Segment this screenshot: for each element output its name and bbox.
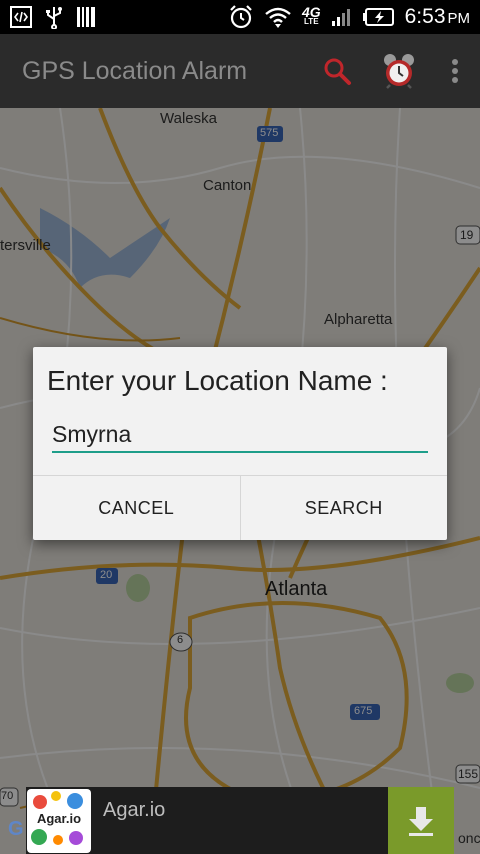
battery-charging-icon [362,8,395,26]
alarm-icon [228,4,254,30]
ad-banner[interactable]: Agar.io Agar.io [26,787,454,854]
action-bar: GPS Location Alarm [0,34,480,108]
ad-app-icon[interactable]: Agar.io [27,788,91,853]
wifi-icon [264,5,292,29]
location-name-input[interactable] [52,417,428,453]
ad-title[interactable]: Agar.io [103,799,165,822]
download-icon [409,806,433,836]
barcode-icon [76,6,96,28]
search-button[interactable]: SEARCH [241,476,448,540]
google-ad-mark: G [8,818,24,840]
alarm-clock-icon[interactable] [368,34,430,108]
cancel-button[interactable]: CANCEL [33,476,240,540]
signal-icon [331,7,353,27]
search-icon[interactable] [306,34,368,108]
download-button[interactable] [388,787,454,854]
location-dialog: Enter your Location Name : CANCEL SEARCH [33,347,447,540]
usb-icon [44,5,64,29]
network-type-label: 4G LTE [301,4,321,26]
status-bar: 4G LTE 6:53 PM [0,0,480,34]
overflow-menu-icon[interactable] [430,34,480,108]
dialog-title: Enter your Location Name : [47,365,388,396]
app-title: GPS Location Alarm [22,56,248,85]
status-clock: 6:53 PM [404,5,470,28]
code-icon [10,6,32,28]
